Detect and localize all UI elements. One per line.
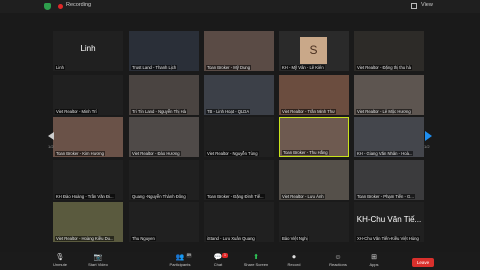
participant-tile[interactable]: Viet Realtor - Đặng thị thu hà [354, 31, 424, 71]
participant-tile[interactable]: KH Đào Hoàng - Trần Văn Đi... [53, 160, 123, 200]
page-indicator-left: 1/2 [48, 144, 54, 149]
participant-name-label: XH-Chu Văn Tiến-Kiều Việt Hùng [356, 236, 420, 241]
participant-tile[interactable]: Toan Broker - Kim Hương [53, 117, 123, 157]
participant-name-label: Linh [55, 65, 65, 70]
participant-name-label: Viet Realtor - Minh Trí [55, 109, 98, 114]
participant-tile[interactable]: Viet Realtor - Đào Hương [129, 117, 199, 157]
participant-tile[interactable]: Bảo Việt Nghị [279, 202, 349, 242]
grid-view-icon[interactable] [411, 3, 417, 9]
participant-display-name: Linh [80, 44, 96, 53]
toolbar-label: Start Video [88, 262, 108, 267]
participant-tile[interactable]: Viet Realtor - Lưu Ánh [279, 160, 349, 200]
participant-tile[interactable]: KH - Giang Văn Nhân - Hoà... [354, 117, 424, 157]
participant-tile[interactable]: TB - Linh Hoạt - QLDA [204, 75, 274, 115]
participant-tile[interactable]: Tri Tín Land - Nguyễn Thị Hà [129, 75, 199, 115]
participant-display-name: KH-Chu Văn Tiế... [356, 215, 422, 224]
participant-name-label: KH - Mỹ Vân - Lê Kiên [281, 65, 325, 70]
record-icon: ⏺ [292, 254, 296, 261]
participant-name-label: Tri Tín Land - Nguyễn Thị Hà [131, 109, 187, 114]
prev-page-icon[interactable] [48, 132, 54, 140]
participant-tile[interactable]: iStand - Lưu Xuân Quang [204, 202, 274, 242]
toolbar-button-apps[interactable]: ⊞ Apps [352, 252, 396, 270]
toolbar-label: Record [287, 262, 301, 267]
avatar: S [300, 37, 327, 64]
participant-tile[interactable]: Toan Broker - Mỹ Dung [204, 31, 274, 71]
participant-name-label: Toan Broker - Thu Hằng [282, 150, 329, 155]
participant-tile[interactable]: Linh Linh [53, 31, 123, 71]
meeting-toolbar: 🎙 Unmute 📷 Start Video 👥 Participants 💬 Chat ⬆ Sh… [0, 252, 480, 270]
participant-tile[interactable]: Viet Realtor - Nguyễn Tùng [204, 117, 274, 157]
recording-icon [58, 4, 63, 9]
participant-name-label: Viet Realtor - Lê Mộc Hương [356, 109, 412, 114]
video-gallery: Linh Linh Trust Land - Thanh Lịch Toan Brok… [53, 31, 425, 243]
participant-name-label: Viet Realtor - Đặng thị thu hà [356, 65, 412, 70]
participant-name-label: Viet Realtor - Hoàng Kiều Du... [55, 236, 115, 241]
chat-unread-badge: 1 [222, 253, 228, 258]
participant-tile[interactable]: Thu Nguyen [129, 202, 199, 242]
participant-tile[interactable]: Viet Realtor - Trần Minh Thư [279, 75, 349, 115]
participant-name-label: Viet Realtor - Trần Minh Thư [281, 109, 336, 114]
recording-label: Recording [66, 2, 92, 8]
shield-icon[interactable] [44, 3, 51, 10]
participant-name-label: Bảo Việt Nghị [281, 236, 309, 241]
start-video-icon: 📷 [93, 254, 103, 261]
participant-tile[interactable]: S KH - Mỹ Vân - Lê Kiên [279, 31, 349, 71]
participant-tile[interactable]: Trust Land - Thanh Lịch [129, 31, 199, 71]
participant-name-label: Toan Broker - Kim Hương [55, 151, 105, 156]
participant-name-label: Trust Land - Thanh Lịch [131, 65, 178, 70]
participant-tile[interactable]: Toan Broker - Đặng Đình Tiế... [204, 160, 274, 200]
page-indicator-right: 1/2 [424, 144, 430, 149]
participant-name-label: Viet Realtor - Đào Hương [131, 151, 181, 156]
participant-name-label: KH Đào Hoàng - Trần Văn Đi... [55, 194, 115, 199]
participant-name-label: iStand - Lưu Xuân Quang [206, 236, 256, 241]
participant-tile[interactable]: Toan Broker - Thu Hằng [279, 117, 349, 157]
participants-count: 89 [186, 253, 192, 258]
toolbar-button-start-video[interactable]: 📷 Start Video [76, 252, 120, 270]
participant-tile[interactable]: Viet Realtor - Minh Trí [53, 75, 123, 115]
participant-tile[interactable]: Viet Realtor - Hoàng Kiều Du... [53, 202, 123, 242]
participant-name-label: TB - Linh Hoạt - QLDA [206, 109, 251, 114]
participant-name-label: KH - Giang Văn Nhân - Hoà... [356, 151, 414, 156]
participant-tile[interactable]: Viet Realtor - Lê Mộc Hương [354, 75, 424, 115]
participant-name-label: Toan Broker - Đặng Đình Tiế... [206, 194, 265, 199]
participant-name-label: Quang -Nguyễn Thành Đông [131, 194, 187, 199]
top-bar: Recording View [0, 0, 480, 13]
participant-tile[interactable]: Quang -Nguyễn Thành Đông [129, 160, 199, 200]
apps-icon: ⊞ [371, 254, 377, 261]
toolbar-label: Apps [369, 262, 379, 267]
toolbar-button-record[interactable]: ⏺ Record [272, 252, 316, 270]
next-page-icon[interactable] [425, 131, 432, 141]
view-button[interactable]: View [421, 2, 433, 8]
participant-name-label: Toan Broker - Mỹ Dung [206, 65, 252, 70]
participant-tile[interactable]: KH-Chu Văn Tiế... XH-Chu Văn Tiến-Kiều Vi… [354, 202, 424, 242]
participant-name-label: Viet Realtor - Lưu Ánh [281, 194, 325, 199]
participant-name-label: Viet Realtor - Nguyễn Tùng [206, 151, 259, 156]
leave-button[interactable]: Leave [412, 258, 434, 267]
participant-name-label: Toan Broker - Phạm Tiến - G... [356, 194, 415, 199]
participant-name-label: Thu Nguyen [131, 236, 156, 241]
participant-tile[interactable]: Toan Broker - Phạm Tiến - G... [354, 160, 424, 200]
